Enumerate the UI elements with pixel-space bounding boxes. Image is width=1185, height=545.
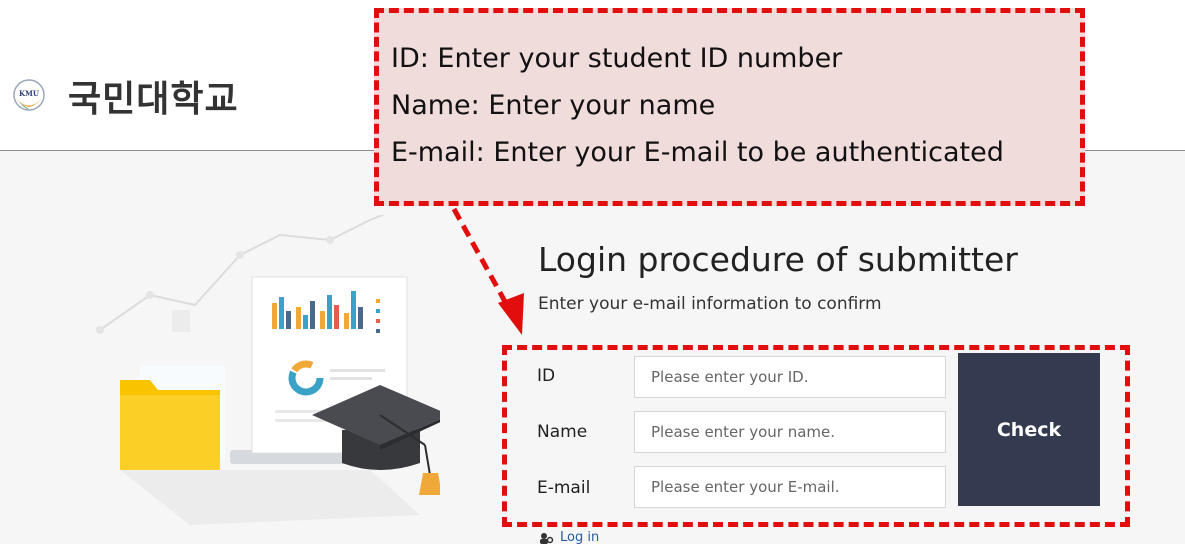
login-illustration xyxy=(96,215,440,525)
user-key-icon xyxy=(540,532,554,544)
callout-line-name: Name: Enter your name xyxy=(391,90,716,121)
check-button[interactable]: Check xyxy=(958,353,1100,506)
callout-arrow xyxy=(451,207,524,335)
folder-icon xyxy=(120,365,225,470)
id-label: ID xyxy=(537,366,556,386)
email-label: E-mail xyxy=(537,478,591,498)
login-link-label: Log in xyxy=(560,530,600,545)
name-label: Name xyxy=(537,422,588,442)
logo-text: KMU xyxy=(19,89,39,98)
kmu-logo-icon[interactable]: KMU xyxy=(12,78,46,112)
login-link[interactable]: Log in xyxy=(540,530,599,545)
callout-line-email: E-mail: Enter your E-mail to be authenti… xyxy=(391,137,1004,168)
name-input[interactable] xyxy=(634,411,946,453)
callout-line-id: ID: Enter your student ID number xyxy=(391,43,843,74)
university-name[interactable]: 국민대학교 xyxy=(68,70,239,122)
page-title: Login procedure of submitter xyxy=(538,240,1018,279)
page-subtitle: Enter your e-mail information to confirm xyxy=(538,294,882,314)
email-input[interactable] xyxy=(634,466,946,508)
id-input[interactable] xyxy=(634,356,946,398)
instruction-callout: ID: Enter your student ID number Name: E… xyxy=(374,8,1085,206)
